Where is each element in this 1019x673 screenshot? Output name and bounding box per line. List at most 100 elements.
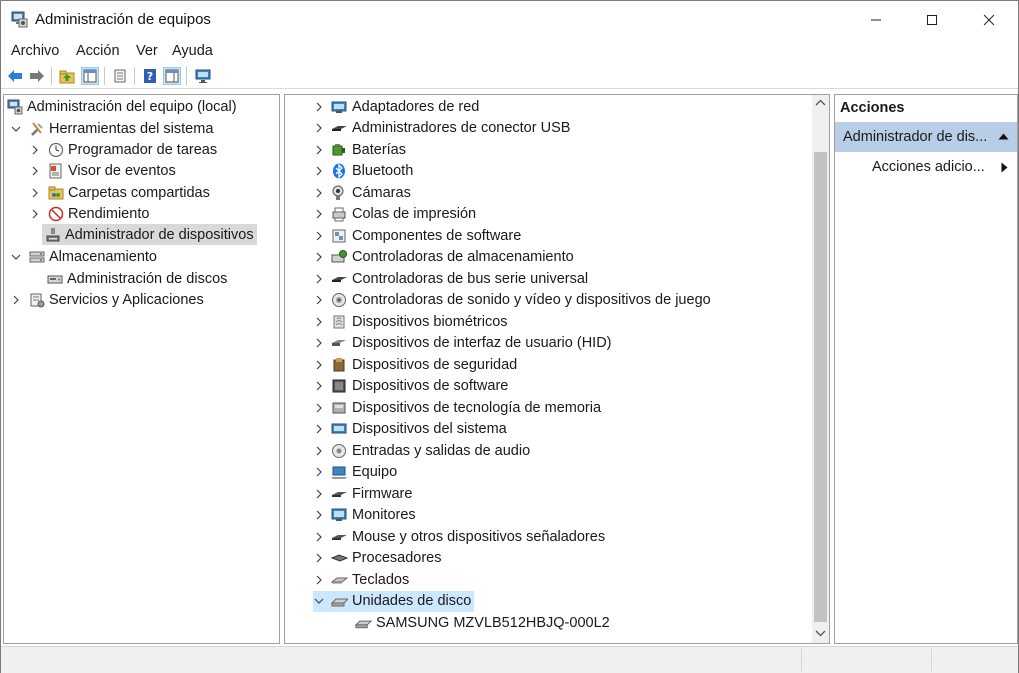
chevron-right-icon[interactable] <box>313 337 325 349</box>
chevron-right-icon[interactable] <box>313 359 325 371</box>
storage-icon <box>28 248 45 265</box>
svg-text:?: ? <box>147 70 153 83</box>
event-viewer-icon <box>47 162 64 179</box>
device-category-label: Teclados <box>352 571 410 588</box>
actions-section-device-manager[interactable]: Administrador de dis... <box>835 122 1017 152</box>
device-category[interactable]: Teclados <box>313 569 409 590</box>
chevron-right-icon[interactable] <box>313 144 325 156</box>
chevron-right-icon[interactable] <box>29 187 41 199</box>
device-category[interactable]: Cámaras <box>313 182 411 203</box>
vertical-scrollbar[interactable] <box>812 95 829 643</box>
device-category[interactable]: Dispositivos de software <box>313 376 508 397</box>
chevron-right-icon[interactable] <box>313 230 325 242</box>
device-category-label: Administradores de conector USB <box>352 120 571 136</box>
chevron-right-icon[interactable] <box>313 294 325 306</box>
chevron-right-icon[interactable] <box>313 187 325 199</box>
chevron-right-icon[interactable] <box>313 122 325 134</box>
usb-connector-icon <box>331 120 348 137</box>
monitor-icon[interactable] <box>194 67 212 85</box>
chevron-right-icon[interactable] <box>313 380 325 392</box>
chevron-right-icon[interactable] <box>313 402 325 414</box>
chevron-right-icon[interactable] <box>313 101 325 113</box>
device-category[interactable]: Entradas y salidas de audio <box>313 440 530 461</box>
chevron-right-icon[interactable] <box>29 144 41 156</box>
chevron-down-icon[interactable] <box>313 595 325 607</box>
chevron-right-icon[interactable] <box>313 273 325 285</box>
help-icon[interactable]: ? <box>141 67 159 85</box>
chevron-right-icon[interactable] <box>10 294 22 306</box>
device-category[interactable]: Adaptadores de red <box>313 96 479 117</box>
chevron-right-icon[interactable] <box>313 552 325 564</box>
disk-drive-icon <box>355 614 372 631</box>
chevron-down-icon[interactable] <box>10 123 22 135</box>
chevron-right-icon[interactable] <box>313 445 325 457</box>
tree-item-task-scheduler[interactable]: Programador de tareas <box>29 139 217 160</box>
device-category[interactable]: Baterías <box>313 139 406 160</box>
tree-item-performance[interactable]: Rendimiento <box>29 203 149 224</box>
minimize-button[interactable] <box>853 1 899 38</box>
tree-item-shared-folders[interactable]: Carpetas compartidas <box>29 182 210 203</box>
device-category[interactable]: Dispositivos de seguridad <box>313 354 517 375</box>
device-category[interactable]: Componentes de software <box>313 225 521 246</box>
chevron-right-icon[interactable] <box>313 165 325 177</box>
tree-item-event-viewer[interactable]: Visor de eventos <box>29 160 176 181</box>
more-actions-item[interactable]: Acciones adicio... <box>872 155 985 179</box>
scroll-down-icon[interactable] <box>815 629 826 637</box>
menu-ayuda[interactable]: Ayuda <box>172 43 213 59</box>
usb-controller-icon <box>331 270 348 287</box>
properties-icon[interactable] <box>111 67 129 85</box>
menu-accion[interactable]: Acción <box>76 43 120 59</box>
toolbar-separator <box>186 67 187 85</box>
device-category[interactable]: Unidades de disco <box>313 590 475 612</box>
device-category[interactable]: Mouse y otros dispositivos señaladores <box>313 526 605 547</box>
device-category[interactable]: Equipo <box>313 462 397 483</box>
submenu-arrow-icon[interactable] <box>1001 162 1008 173</box>
chevron-right-icon[interactable] <box>313 531 325 543</box>
show-hide-action-pane-icon[interactable] <box>163 67 181 85</box>
up-folder-icon[interactable] <box>58 67 76 85</box>
device-category[interactable]: Dispositivos del sistema <box>313 419 507 440</box>
tree-item-disk-management[interactable]: Administración de discos <box>46 268 227 289</box>
maximize-button[interactable] <box>909 1 955 38</box>
forward-icon[interactable] <box>28 67 46 85</box>
collapse-up-icon[interactable] <box>998 133 1009 140</box>
show-hide-tree-icon[interactable] <box>81 67 99 85</box>
device-category[interactable]: Controladoras de bus serie universal <box>313 268 588 289</box>
device-category[interactable]: Firmware <box>313 483 412 504</box>
disk-device-item[interactable]: SAMSUNG MZVLB512HBJQ-000L2 <box>355 612 610 633</box>
device-category-label: Dispositivos del sistema <box>352 421 507 437</box>
chevron-right-icon[interactable] <box>313 316 325 328</box>
device-category[interactable]: Dispositivos biométricos <box>313 311 508 332</box>
tree-item-device-manager[interactable]: Administrador de dispositivos <box>42 224 257 245</box>
tree-item-system-tools[interactable]: Herramientas del sistema <box>10 118 213 139</box>
close-button[interactable] <box>966 1 1012 38</box>
back-icon[interactable] <box>6 67 24 85</box>
chevron-right-icon[interactable] <box>29 165 41 177</box>
chevron-right-icon[interactable] <box>313 488 325 500</box>
device-category[interactable]: Dispositivos de interfaz de usuario (HID… <box>313 333 612 354</box>
device-category[interactable]: Bluetooth <box>313 161 413 182</box>
menu-ver[interactable]: Ver <box>136 43 158 59</box>
scroll-up-icon[interactable] <box>815 99 826 107</box>
device-category[interactable]: Colas de impresión <box>313 204 476 225</box>
chevron-down-icon[interactable] <box>10 251 22 263</box>
scrollbar-thumb[interactable] <box>814 152 827 622</box>
chevron-right-icon[interactable] <box>313 208 325 220</box>
device-category[interactable]: Controladoras de almacenamiento <box>313 247 574 268</box>
chevron-right-icon[interactable] <box>313 251 325 263</box>
device-category[interactable]: Dispositivos de tecnología de memoria <box>313 397 601 418</box>
tree-item-root[interactable]: Administración del equipo (local) <box>6 96 237 117</box>
chevron-right-icon[interactable] <box>313 509 325 521</box>
device-category[interactable]: Procesadores <box>313 548 441 569</box>
chevron-right-icon[interactable] <box>313 466 325 478</box>
device-category[interactable]: Administradores de conector USB <box>313 118 570 139</box>
chevron-right-icon[interactable] <box>313 574 325 586</box>
device-category[interactable]: Monitores <box>313 505 416 526</box>
tree-item-storage[interactable]: Almacenamiento <box>10 246 157 267</box>
menu-archivo[interactable]: Archivo <box>11 43 59 59</box>
device-category[interactable]: Controladoras de sonido y vídeo y dispos… <box>313 290 711 311</box>
chevron-right-icon[interactable] <box>29 208 41 220</box>
tree-label: Herramientas del sistema <box>49 120 214 137</box>
chevron-right-icon[interactable] <box>313 423 325 435</box>
tree-item-services-apps[interactable]: Servicios y Aplicaciones <box>10 289 204 310</box>
